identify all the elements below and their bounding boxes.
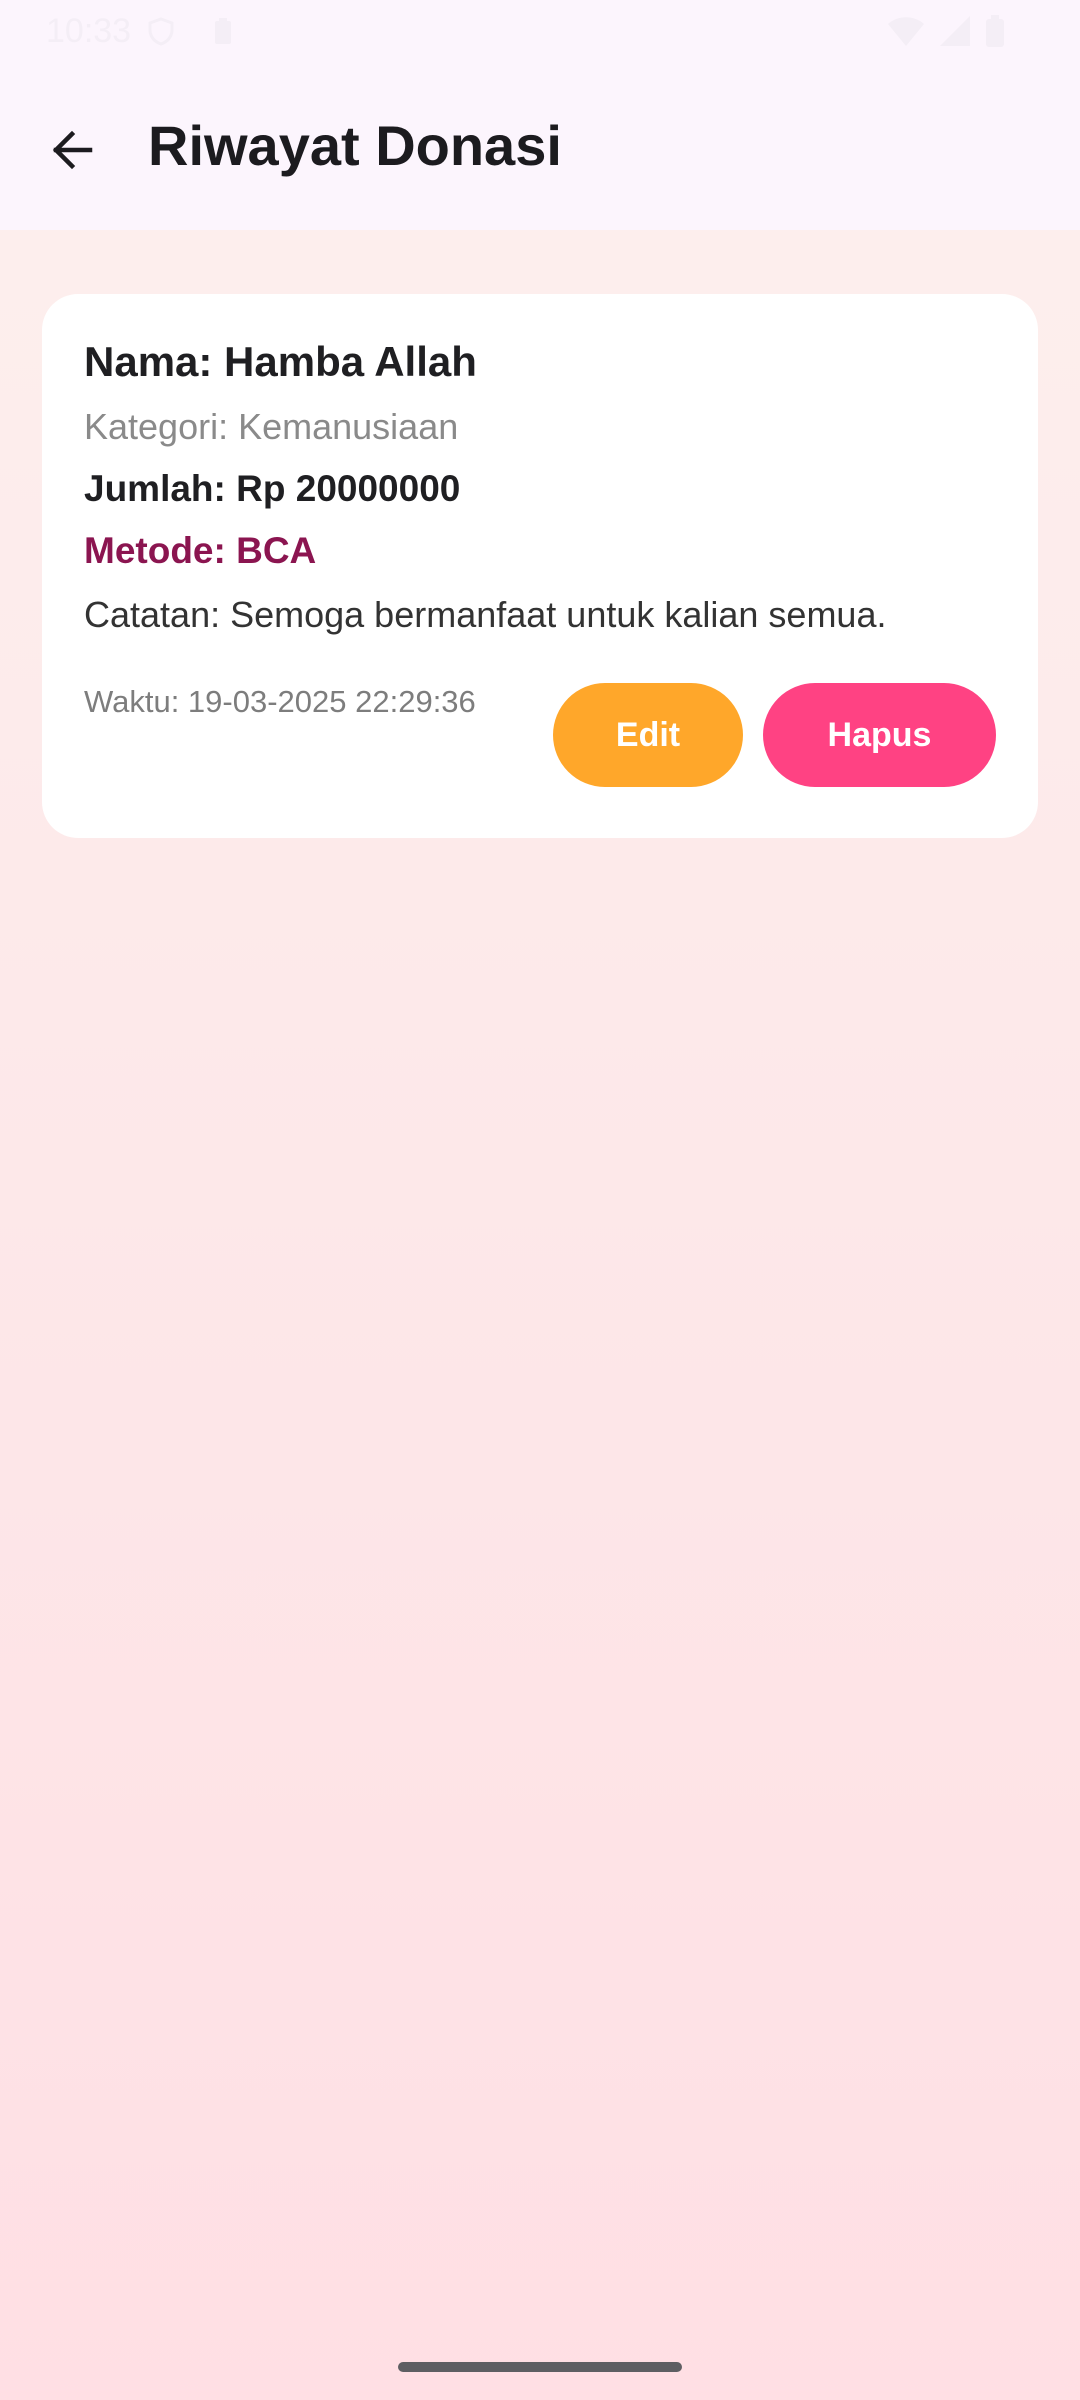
- arrow-back-icon: [52, 130, 93, 170]
- donation-card: Nama: Hamba Allah Kategori: Kemanusiaan …: [42, 294, 1038, 838]
- app-bar: Riwayat Donasi: [0, 62, 1080, 230]
- page-title: Riwayat Donasi: [148, 114, 562, 177]
- wifi-icon: [886, 14, 926, 48]
- back-button[interactable]: [36, 114, 108, 186]
- donor-name: Nama: Hamba Allah: [84, 338, 477, 385]
- status-bar: 10:33: [0, 0, 1080, 62]
- gesture-nav-handle[interactable]: [398, 2362, 682, 2372]
- vpn-icon: [146, 16, 176, 46]
- donation-category: Kategori: Kemanusiaan: [84, 406, 459, 447]
- delete-button[interactable]: Hapus: [763, 683, 996, 787]
- payment-method: Metode: BCA: [84, 530, 317, 571]
- donation-note: Catatan: Semoga bermanfaat untuk kalian …: [84, 594, 887, 635]
- donation-amount: Jumlah: Rp 20000000: [84, 468, 461, 509]
- battery-saver-icon: [208, 16, 238, 46]
- edit-button[interactable]: Edit: [553, 683, 743, 787]
- donation-time: Waktu: 19-03-2025 22:29:36: [84, 684, 476, 719]
- cell-signal-icon: [938, 14, 972, 48]
- status-time: 10:33: [46, 12, 132, 50]
- battery-icon: [984, 14, 1006, 48]
